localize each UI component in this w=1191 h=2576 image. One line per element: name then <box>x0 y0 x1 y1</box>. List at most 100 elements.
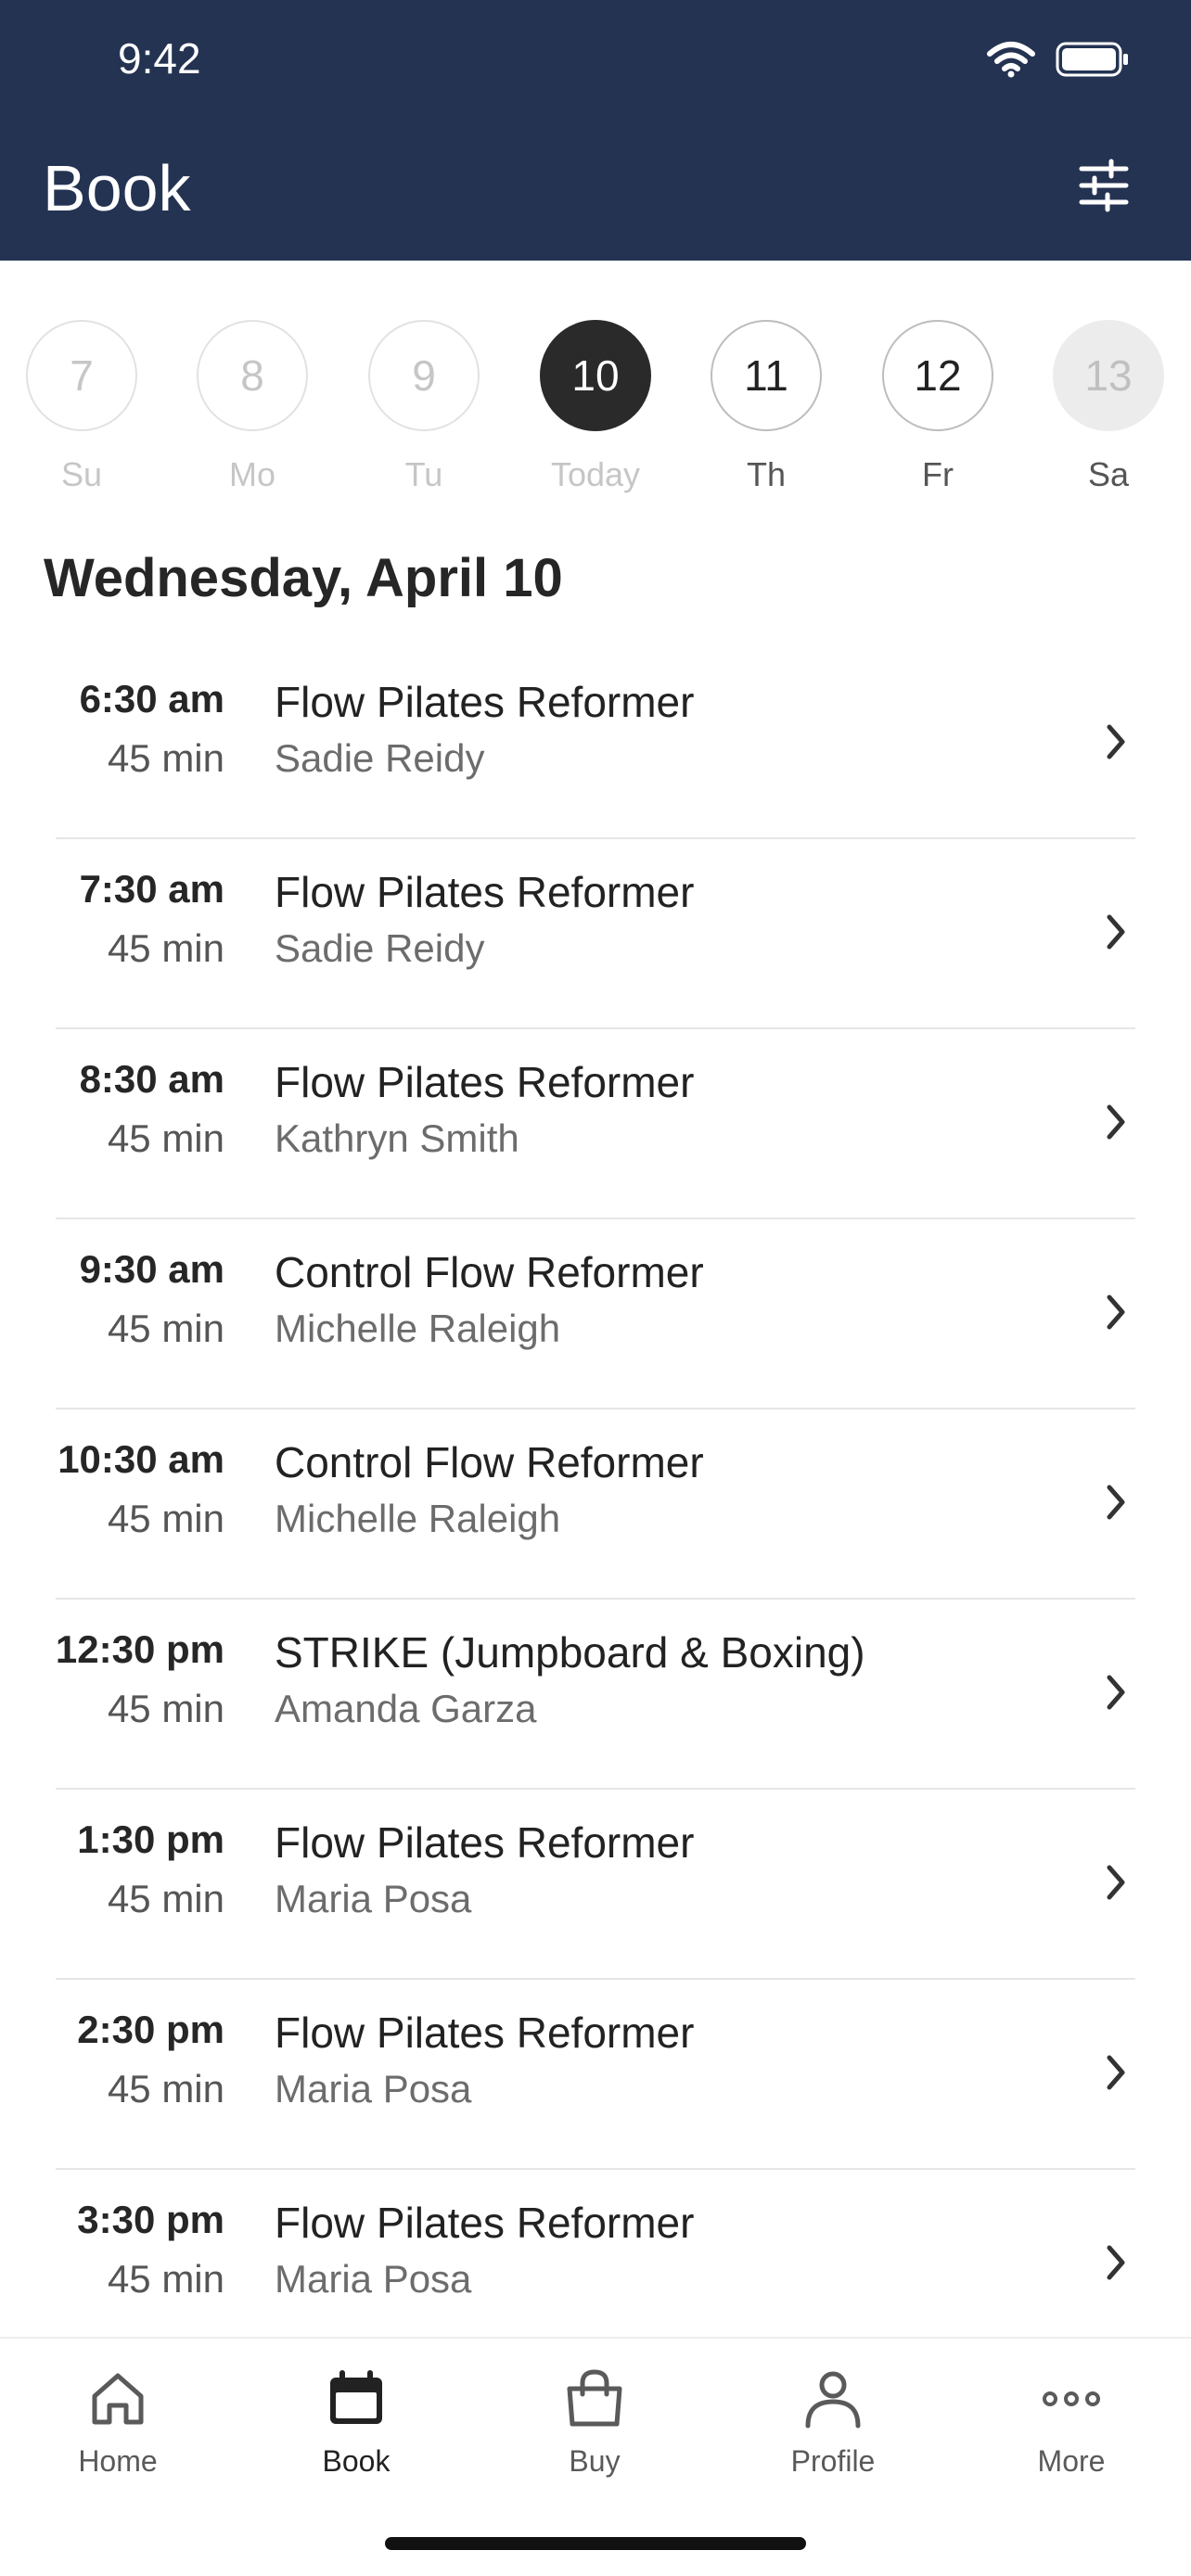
person-icon <box>805 2371 861 2429</box>
chevron-right-icon <box>1107 1104 1125 1140</box>
chevron-right-icon <box>1107 2055 1125 2090</box>
class-name: Flow Pilates Reformer <box>275 1818 695 1867</box>
day-label: Fr <box>922 455 954 493</box>
class-list: 6:30 am 45 min Flow Pilates Reformer Sad… <box>0 649 1191 2360</box>
tab-label: More <box>1037 2444 1106 2478</box>
day-label: Mo <box>228 455 275 493</box>
tab-profile[interactable]: Profile <box>740 2366 926 2479</box>
class-name: Flow Pilates Reformer <box>275 2009 695 2057</box>
tab-more[interactable]: More <box>979 2366 1164 2479</box>
tab-home[interactable]: Home <box>25 2366 211 2479</box>
day-label: Today <box>550 455 641 493</box>
day-number: 9 <box>368 320 480 431</box>
class-name: Flow Pilates Reformer <box>275 678 695 726</box>
class-name: STRIKE (Jumpboard & Boxing) <box>275 1628 865 1677</box>
chevron-right-icon <box>1107 914 1125 950</box>
more-dots-icon <box>1043 2391 1100 2406</box>
class-name: Flow Pilates Reformer <box>275 1058 695 1106</box>
class-duration: 45 min <box>107 736 224 780</box>
day-number: 8 <box>197 320 308 431</box>
class-instructor: Maria Posa <box>275 2257 472 2301</box>
class-time: 8:30 am <box>79 1057 224 1101</box>
class-time: 9:30 am <box>79 1247 224 1291</box>
tab-label: Profile <box>790 2444 876 2478</box>
class-row[interactable]: 10:30 am 45 min Control Flow Reformer Mi… <box>0 1409 1191 1600</box>
day-label: Th <box>746 455 786 493</box>
class-duration: 45 min <box>107 926 224 970</box>
class-duration: 45 min <box>107 2067 224 2111</box>
class-row[interactable]: 7:30 am 45 min Flow Pilates Reformer Sad… <box>0 839 1191 1029</box>
battery-icon <box>1056 42 1128 77</box>
class-time: 10:30 am <box>58 1437 224 1481</box>
day-number: 11 <box>711 320 822 431</box>
status-bar-time: 9:42 <box>118 34 201 83</box>
class-name: Flow Pilates Reformer <box>275 868 695 916</box>
day-monday[interactable]: 8 Mo <box>187 320 317 494</box>
class-row[interactable]: 8:30 am 45 min Flow Pilates Reformer Kat… <box>0 1029 1191 1219</box>
class-row[interactable]: 6:30 am 45 min Flow Pilates Reformer Sad… <box>0 649 1191 839</box>
class-time: 6:30 am <box>79 677 224 721</box>
class-row[interactable]: 9:30 am 45 min Control Flow Reformer Mic… <box>0 1219 1191 1409</box>
class-duration: 45 min <box>107 1877 224 1920</box>
day-friday[interactable]: 12 Fr <box>873 320 1003 494</box>
chevron-right-icon <box>1107 724 1125 759</box>
class-duration: 45 min <box>107 1497 224 1540</box>
app-header: 9:42 Book <box>0 0 1191 261</box>
class-row[interactable]: 3:30 pm 45 min Flow Pilates Reformer Mar… <box>0 2170 1191 2360</box>
class-row[interactable]: 1:30 pm 45 min Flow Pilates Reformer Mar… <box>0 1790 1191 1980</box>
class-name: Flow Pilates Reformer <box>275 2199 695 2247</box>
shopping-bag-icon <box>567 2369 622 2427</box>
class-row[interactable]: 2:30 pm 45 min Flow Pilates Reformer Mar… <box>0 1980 1191 2170</box>
day-label: Tu <box>404 455 443 493</box>
day-label: Su <box>60 455 103 493</box>
day-sunday[interactable]: 7 Su <box>17 320 147 494</box>
day-number: 13 <box>1053 320 1164 431</box>
chevron-right-icon <box>1107 1865 1125 1900</box>
class-time: 3:30 pm <box>77 2198 224 2241</box>
class-instructor: Sadie Reidy <box>275 926 485 970</box>
chevron-right-icon <box>1107 2245 1125 2280</box>
home-indicator <box>385 2537 806 2550</box>
tab-buy[interactable]: Buy <box>502 2366 687 2479</box>
class-instructor: Kathryn Smith <box>275 1116 519 1160</box>
class-duration: 45 min <box>107 2257 224 2301</box>
chevron-right-icon <box>1107 1294 1125 1330</box>
class-instructor: Maria Posa <box>275 2067 472 2111</box>
tab-book[interactable]: Book <box>263 2366 449 2479</box>
page-title: Book <box>43 152 191 224</box>
home-icon <box>92 2373 144 2425</box>
tab-label: Book <box>322 2444 391 2478</box>
class-time: 2:30 pm <box>77 2008 224 2051</box>
class-duration: 45 min <box>107 1116 224 1160</box>
day-number: 10 <box>540 320 651 431</box>
class-time: 12:30 pm <box>55 1627 224 1671</box>
class-duration: 45 min <box>107 1687 224 1730</box>
date-selector: 7 Su 8 Mo 9 Tu 10 Today 11 Th 12 Fr 13 S… <box>0 320 1191 493</box>
filter-icon[interactable] <box>1076 158 1132 213</box>
status-bar-icons <box>987 41 1130 78</box>
class-row[interactable]: 12:30 pm 45 min STRIKE (Jumpboard & Boxi… <box>0 1600 1191 1790</box>
class-instructor: Amanda Garza <box>275 1687 537 1730</box>
day-saturday[interactable]: 13 Sa <box>1044 320 1173 494</box>
class-instructor: Michelle Raleigh <box>275 1497 561 1540</box>
day-number: 12 <box>882 320 993 431</box>
day-tuesday[interactable]: 9 Tu <box>359 320 489 494</box>
tab-label: Buy <box>569 2444 621 2478</box>
day-label: Sa <box>1087 455 1130 493</box>
class-instructor: Michelle Raleigh <box>275 1307 561 1350</box>
chevron-right-icon <box>1107 1675 1125 1710</box>
tab-label: Home <box>78 2444 158 2478</box>
class-instructor: Sadie Reidy <box>275 736 485 780</box>
class-duration: 45 min <box>107 1307 224 1350</box>
wifi-icon <box>987 42 1035 78</box>
chevron-right-icon <box>1107 1485 1125 1520</box>
selected-date-heading: Wednesday, April 10 <box>44 548 563 608</box>
class-name: Control Flow Reformer <box>275 1438 704 1486</box>
day-thursday[interactable]: 11 Th <box>701 320 831 494</box>
day-today[interactable]: 10 Today <box>531 320 660 494</box>
class-instructor: Maria Posa <box>275 1877 472 1920</box>
class-name: Control Flow Reformer <box>275 1248 704 1296</box>
calendar-icon <box>330 2370 382 2424</box>
class-time: 1:30 pm <box>77 1817 224 1861</box>
day-number: 7 <box>26 320 137 431</box>
